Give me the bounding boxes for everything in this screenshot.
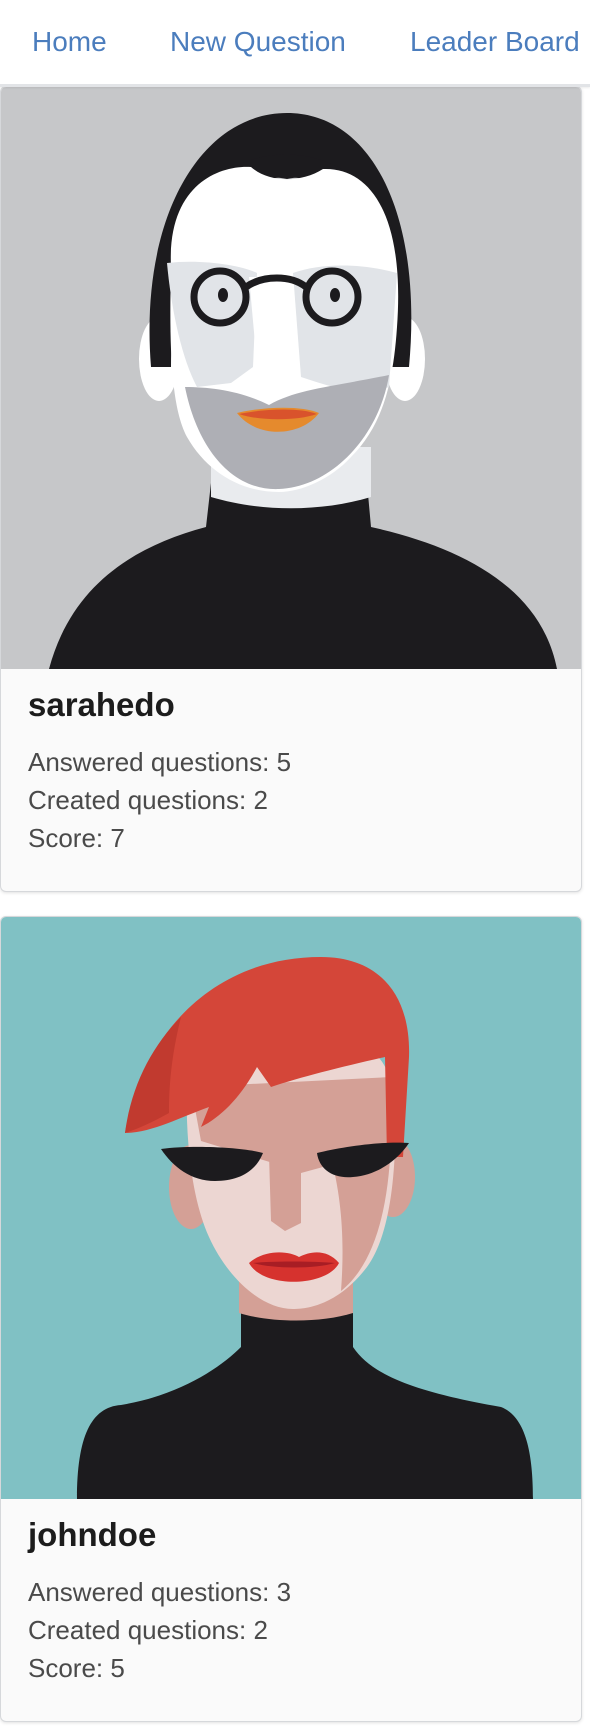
score: Score: 7 <box>28 823 125 853</box>
nav-leader-board-link[interactable]: Leader Board <box>410 22 580 62</box>
answered-questions: Answered questions: 5 <box>28 747 292 777</box>
user-avatar <box>1 87 581 669</box>
nav-home-link[interactable]: Home <box>32 22 107 62</box>
nav-new-question-link[interactable]: New Question <box>170 22 346 62</box>
score: Score: 5 <box>28 1653 125 1683</box>
woman-with-red-hair-avatar <box>1 917 581 1499</box>
leaderboard-card: sarahedo Answered questions: 5 Created q… <box>0 86 582 892</box>
created-questions: Created questions: 2 <box>28 1615 268 1645</box>
leaderboard-card: johndoe Answered questions: 3 Created qu… <box>0 916 582 1722</box>
user-avatar <box>1 917 581 1499</box>
top-navbar: Home New Question Leader Board <box>0 0 590 87</box>
man-with-glasses-avatar <box>1 87 581 669</box>
answered-questions: Answered questions: 3 <box>28 1577 292 1607</box>
card-body: sarahedo Answered questions: 5 Created q… <box>28 685 291 857</box>
card-body: johndoe Answered questions: 3 Created qu… <box>28 1515 291 1687</box>
username: sarahedo <box>28 686 175 723</box>
username: johndoe <box>28 1516 157 1553</box>
created-questions: Created questions: 2 <box>28 785 268 815</box>
